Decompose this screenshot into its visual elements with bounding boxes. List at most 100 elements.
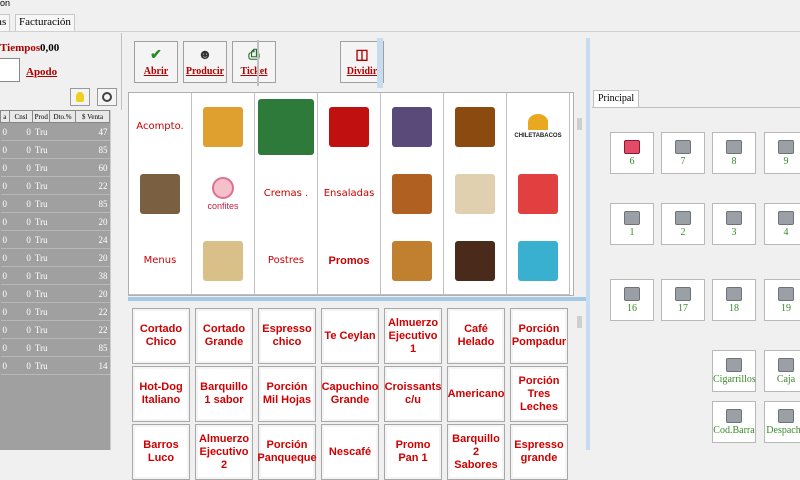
product-button[interactable]: Porción Mil Hojas xyxy=(258,366,316,422)
table-row[interactable]: 0 0 Tru 22 xyxy=(0,176,110,195)
table-button[interactable]: 4 xyxy=(764,203,800,245)
table-button[interactable]: Caja xyxy=(764,350,800,392)
ticket-button[interactable]: ⎙ Ticket xyxy=(232,41,276,83)
product-button[interactable]: Espresso chico xyxy=(258,308,316,364)
grid-cell: 20 xyxy=(75,284,110,303)
table-row[interactable]: 0 0 Tru 22 xyxy=(0,302,110,321)
tab-facturacion[interactable]: Facturación xyxy=(15,14,75,31)
product-button[interactable]: Porción Pompadur xyxy=(510,308,568,364)
table-button[interactable]: 3 xyxy=(712,203,756,245)
grid-header[interactable]: Dto.% xyxy=(49,110,77,123)
category-button[interactable] xyxy=(381,160,444,228)
product-button[interactable]: Espresso grande xyxy=(510,424,568,480)
product-button[interactable]: Cortado Grande xyxy=(195,308,253,364)
category-scrollbar[interactable] xyxy=(574,92,586,296)
table-row[interactable]: 0 0 Tru 20 xyxy=(0,248,110,267)
table-button[interactable]: 9 xyxy=(764,132,800,174)
product-button[interactable]: Café Helado xyxy=(447,308,505,364)
panel-splitter[interactable] xyxy=(128,297,586,301)
table-button[interactable]: 17 xyxy=(661,279,705,321)
product-scrollbar[interactable] xyxy=(574,314,586,450)
apodo-field[interactable] xyxy=(0,58,20,82)
product-button[interactable]: Almuerzo Ejecutivo 1 xyxy=(384,308,442,364)
scroll-thumb[interactable] xyxy=(577,118,582,130)
product-button[interactable]: Porción Panqueque xyxy=(257,424,317,480)
product-button[interactable]: Barquillo 2 Sabores xyxy=(447,424,505,480)
category-button[interactable] xyxy=(381,93,444,161)
category-button[interactable] xyxy=(192,93,255,161)
table-button[interactable]: 7 xyxy=(661,132,705,174)
grid-header[interactable]: Prod xyxy=(32,110,51,123)
product-button[interactable]: Cortado Chico xyxy=(132,308,190,364)
table-button[interactable]: 8 xyxy=(712,132,756,174)
category-button[interactable]: Cremas . xyxy=(255,160,318,228)
product-button[interactable]: Promo Pan 1 xyxy=(384,424,442,480)
product-button[interactable]: Barros Luco xyxy=(132,424,190,480)
product-button[interactable]: Nescafé xyxy=(321,424,379,480)
category-button[interactable]: Acompto. xyxy=(129,93,192,161)
lightbulb-button[interactable] xyxy=(70,88,90,106)
table-row[interactable]: 0 0 Tru 20 xyxy=(0,284,110,303)
category-button[interactable]: Postres xyxy=(255,227,318,295)
table-row[interactable]: 0 0 Tru 85 xyxy=(0,140,110,159)
table-button[interactable]: 19 xyxy=(764,279,800,321)
table-row[interactable]: 0 0 Tru 20 xyxy=(0,212,110,231)
table-row[interactable]: 0 0 Tru 85 xyxy=(0,338,110,357)
product-button[interactable]: Capuchino Grande xyxy=(321,366,379,422)
table-row[interactable]: 0 0 Tru 24 xyxy=(0,230,110,249)
category-button[interactable] xyxy=(507,160,570,228)
category-button[interactable] xyxy=(444,160,507,228)
apodo-label[interactable]: Apodo xyxy=(26,66,57,78)
title-bar: on xyxy=(0,0,800,12)
table-button[interactable]: Cigarrillos xyxy=(712,350,756,392)
product-button[interactable]: Croissants c/u xyxy=(384,366,442,422)
category-button[interactable]: Ensaladas xyxy=(318,160,381,228)
category-button[interactable] xyxy=(129,160,192,228)
table-button[interactable]: 6 xyxy=(610,132,654,174)
table-row[interactable]: 0 0 Tru 22 xyxy=(0,320,110,339)
product-button[interactable]: Americano xyxy=(447,366,505,422)
producir-button[interactable]: ☻ Producir xyxy=(183,41,227,83)
product-button[interactable]: Barquillo 1 sabor xyxy=(195,366,253,422)
grid-cell xyxy=(49,230,76,249)
grid-cell xyxy=(49,284,76,303)
category-button[interactable] xyxy=(381,227,444,295)
table-row[interactable]: 0 0 Tru 85 xyxy=(0,194,110,213)
table-button[interactable]: 1 xyxy=(610,203,654,245)
grid-cell: 20 xyxy=(75,248,110,267)
table-button[interactable]: Cod.Barra xyxy=(712,401,756,443)
grid-header[interactable]: a xyxy=(0,110,10,123)
table-row[interactable]: 0 0 Tru 14 xyxy=(0,356,110,375)
grid-header[interactable]: $ Venta xyxy=(75,110,110,123)
product-button[interactable]: Te Ceylan xyxy=(321,308,379,364)
scroll-thumb[interactable] xyxy=(577,316,582,328)
table-button[interactable]: Despacho xyxy=(764,401,800,443)
tab-principal[interactable]: Principal xyxy=(593,90,640,107)
product-button[interactable]: Hot-Dog Italiano xyxy=(132,366,190,422)
table-button[interactable]: 16 xyxy=(610,279,654,321)
category-button[interactable] xyxy=(444,93,507,161)
window-title: on xyxy=(0,0,11,8)
grid-header[interactable]: Cnsl xyxy=(8,110,34,123)
vertical-splitter[interactable] xyxy=(586,38,590,450)
settings-button[interactable] xyxy=(97,88,117,106)
product-button[interactable]: Porción Tres Leches xyxy=(510,366,568,422)
category-button[interactable]: confites xyxy=(192,160,255,228)
category-button[interactable]: Menus xyxy=(129,227,192,295)
category-button[interactable] xyxy=(444,227,507,295)
abrir-button[interactable]: ✔ Abrir xyxy=(134,41,178,83)
tab-ventas[interactable]: tas xyxy=(0,14,11,31)
table-row[interactable]: 0 0 Tru 47 xyxy=(0,122,110,141)
grid-scrollbar[interactable] xyxy=(110,110,122,450)
table-row[interactable]: 0 0 Tru 60 xyxy=(0,158,110,177)
category-button[interactable] xyxy=(318,93,381,161)
category-button[interactable]: Promos xyxy=(318,227,381,295)
table-button[interactable]: 18 xyxy=(712,279,756,321)
category-button[interactable] xyxy=(192,227,255,295)
category-button[interactable] xyxy=(507,227,570,295)
table-row[interactable]: 0 0 Tru 38 xyxy=(0,266,110,285)
product-button[interactable]: Almuerzo Ejecutivo 2 xyxy=(195,424,253,480)
category-button[interactable] xyxy=(255,93,318,161)
category-button[interactable]: CHILETABACOS xyxy=(507,93,570,161)
table-button[interactable]: 2 xyxy=(661,203,705,245)
